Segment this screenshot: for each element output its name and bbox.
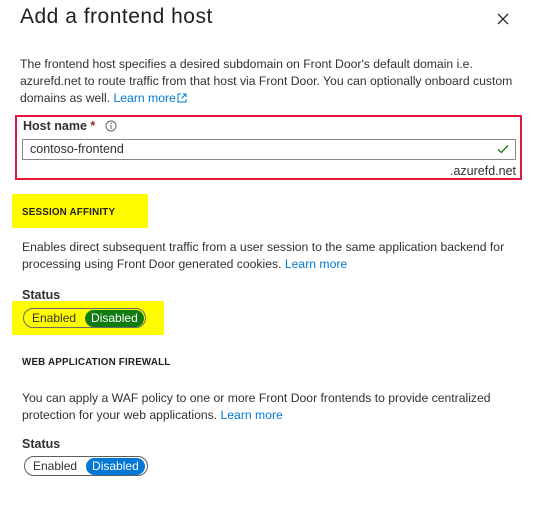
waf-desc-line1: You can apply a WAF policy to one or mor… <box>22 391 491 405</box>
learn-more-text: Learn more <box>113 91 176 105</box>
checkmark-icon <box>497 145 509 154</box>
close-icon[interactable] <box>492 8 514 30</box>
session-affinity-learn-more-link[interactable]: Learn more <box>285 257 347 271</box>
host-name-label-text: Host name <box>23 119 87 133</box>
waf-enabled-option[interactable]: Enabled <box>33 459 77 473</box>
session-affinity-heading: SESSION AFFINITY <box>22 207 116 218</box>
waf-description: You can apply a WAF policy to one or mor… <box>22 390 527 424</box>
panel-title: Add a frontend host <box>20 5 213 28</box>
session-affinity-desc-line2: processing using Front Door generated co… <box>22 257 282 271</box>
host-name-label: Host name * <box>23 119 117 133</box>
host-name-value: contoso-frontend <box>30 142 124 156</box>
waf-heading: WEB APPLICATION FIREWALL <box>22 357 171 368</box>
session-affinity-enabled-option[interactable]: Enabled <box>32 311 76 325</box>
domain-suffix: .azurefd.net <box>450 164 517 178</box>
info-icon[interactable] <box>105 120 117 132</box>
session-affinity-desc-line1: Enables direct subsequent traffic from a… <box>22 240 505 254</box>
external-link-icon <box>177 93 187 103</box>
session-affinity-description: Enables direct subsequent traffic from a… <box>22 239 527 273</box>
panel-description-text: The frontend host specifies a desired su… <box>20 57 513 105</box>
session-affinity-status-label: Status <box>22 288 61 302</box>
waf-toggle[interactable]: Enabled Disabled <box>24 456 148 476</box>
learn-more-link[interactable]: Learn more <box>113 91 187 105</box>
host-name-input[interactable]: contoso-frontend <box>22 139 516 160</box>
waf-learn-more-link[interactable]: Learn more <box>221 408 283 422</box>
panel-description: The frontend host specifies a desired su… <box>20 56 525 107</box>
waf-disabled-option[interactable]: Disabled <box>86 457 145 475</box>
waf-status-label: Status <box>22 437 61 451</box>
session-affinity-disabled-option[interactable]: Disabled <box>85 309 144 327</box>
waf-desc-line2: protection for your web applications. <box>22 408 218 422</box>
session-affinity-toggle[interactable]: Enabled Disabled <box>23 308 146 328</box>
required-mark: * <box>90 119 96 133</box>
